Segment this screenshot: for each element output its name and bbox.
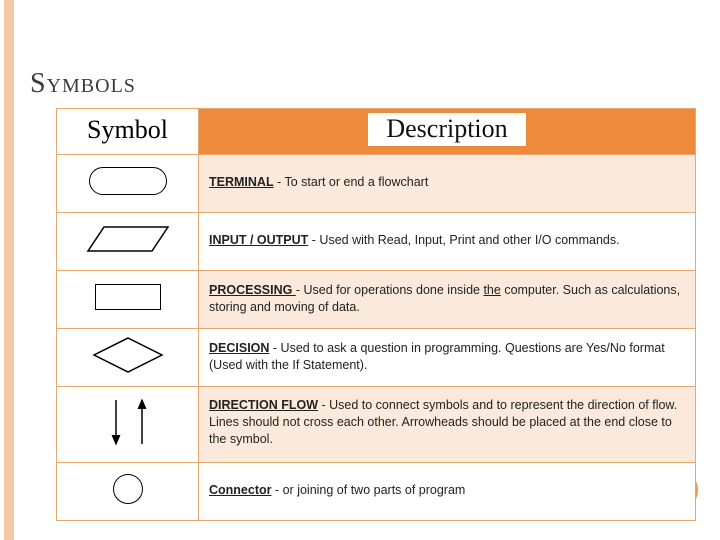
col-header-symbol: Symbol xyxy=(57,109,199,155)
term-name: INPUT / OUTPUT xyxy=(209,233,308,247)
term-desc: Used with Read, Input, Print and other I… xyxy=(319,233,619,247)
col-header-description: Description xyxy=(199,109,696,155)
term-name: TERMINAL xyxy=(209,175,274,189)
page-title: Symbols xyxy=(30,68,694,100)
term-desc-underlined: the xyxy=(483,283,500,297)
table-row: DECISION - Used to ask a question in pro… xyxy=(57,329,696,387)
term-sep: - xyxy=(269,341,280,355)
symbol-cell xyxy=(57,387,199,463)
term-name: DIRECTION FLOW xyxy=(209,398,318,412)
description-cell: TERMINAL - To start or end a flowchart xyxy=(199,155,696,213)
description-cell: Connector - or joining of two parts of p… xyxy=(199,462,696,520)
table-row: INPUT / OUTPUT - Used with Read, Input, … xyxy=(57,213,696,271)
term-sep: - xyxy=(272,483,283,497)
symbol-cell xyxy=(57,462,199,520)
decision-icon xyxy=(91,335,165,375)
term-desc-pre: Used for operations done inside xyxy=(303,283,483,297)
connector-icon xyxy=(113,474,143,504)
io-icon xyxy=(86,224,170,254)
symbol-cell xyxy=(57,329,199,387)
term-desc: or joining of two parts of program xyxy=(283,483,466,497)
symbol-cell xyxy=(57,271,199,329)
table-row: Connector - or joining of two parts of p… xyxy=(57,462,696,520)
process-icon xyxy=(95,284,161,310)
description-cell: INPUT / OUTPUT - Used with Read, Input, … xyxy=(199,213,696,271)
direction-flow-icon xyxy=(88,394,168,450)
title-text: Symbols xyxy=(30,68,136,99)
left-accent-strip xyxy=(4,0,14,540)
table-header-row: Symbol Description xyxy=(57,109,696,155)
table-row: TERMINAL - To start or end a flowchart xyxy=(57,155,696,213)
term-name: PROCESSING xyxy=(209,283,296,297)
term-name: Connector xyxy=(209,483,272,497)
slide: Symbols Symbol Description TERMINAL - To… xyxy=(0,0,720,540)
symbol-cell xyxy=(57,155,199,213)
term-desc: To start or end a flowchart xyxy=(284,175,428,189)
description-cell: PROCESSING - Used for operations done in… xyxy=(199,271,696,329)
table-row: PROCESSING - Used for operations done in… xyxy=(57,271,696,329)
description-cell: DIRECTION FLOW - Used to connect symbols… xyxy=(199,387,696,463)
col-header-description-label: Description xyxy=(368,113,525,146)
symbol-cell xyxy=(57,213,199,271)
term-sep: - xyxy=(308,233,319,247)
description-cell: DECISION - Used to ask a question in pro… xyxy=(199,329,696,387)
term-sep: - xyxy=(274,175,285,189)
terminal-icon xyxy=(89,167,167,195)
term-sep: - xyxy=(318,398,329,412)
term-name: DECISION xyxy=(209,341,269,355)
table-row: DIRECTION FLOW - Used to connect symbols… xyxy=(57,387,696,463)
symbols-table: Symbol Description TERMINAL - To start o… xyxy=(56,108,696,521)
